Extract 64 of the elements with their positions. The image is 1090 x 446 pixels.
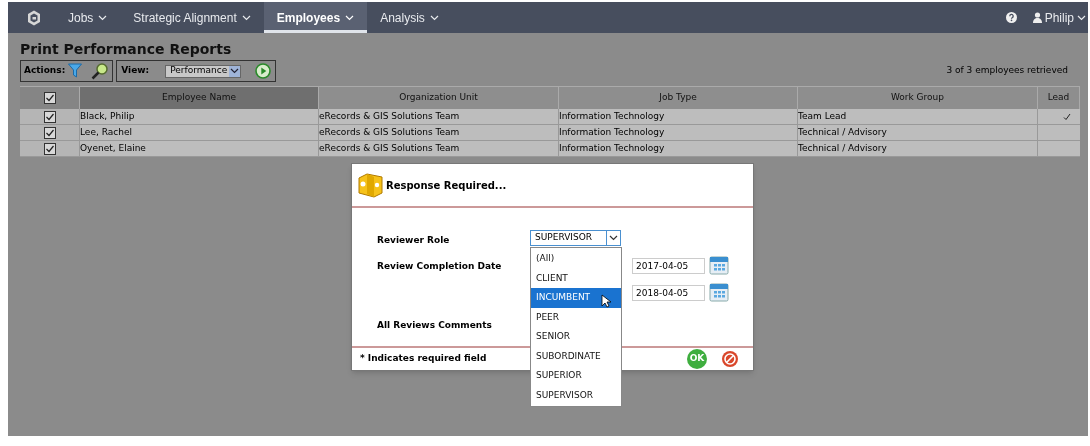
date-field[interactable]: 2017-04-05 (632, 258, 705, 274)
user-icon (1032, 12, 1042, 23)
role-option[interactable]: PEER (531, 307, 621, 327)
calendar-icon[interactable] (709, 283, 729, 303)
table-cell-text: eRecords & GIS Solutions Team (319, 125, 460, 139)
table-cell-text: Information Technology (559, 141, 665, 155)
actions-label: Actions: (24, 64, 66, 78)
checkbox[interactable] (43, 110, 56, 123)
role-option[interactable]: SUPERIOR (531, 366, 621, 386)
cancel-icon[interactable] (721, 350, 739, 368)
table-cell-text: Oyenet, Elaine (80, 141, 146, 155)
table-cell-text: eRecords & GIS Solutions Team (319, 141, 460, 155)
caret-icon (241, 14, 251, 21)
logo-icon[interactable] (27, 9, 41, 26)
comments-label: All Reviews Comments (377, 319, 492, 332)
checkbox[interactable] (43, 92, 56, 104)
checkmark-icon (1063, 112, 1071, 121)
nav-tab[interactable]: Jobs (55, 2, 121, 33)
table-row[interactable]: Lee, Rachel eRecords & GIS Solutions Team Information Technology Technical / Advisory (20, 125, 1080, 141)
table-cell-text: Lee, Rachel (80, 125, 132, 139)
role-option[interactable]: CLIENT (531, 268, 621, 288)
caret-icon (1077, 14, 1086, 21)
nav-tab[interactable]: Analysis (367, 2, 452, 33)
table-cell-text: eRecords & GIS Solutions Team (319, 109, 460, 123)
caret-icon (429, 14, 439, 21)
caret-icon (230, 68, 240, 74)
table-cell-text: Technical / Advisory (798, 141, 887, 155)
table-cell-text: Team Lead (798, 109, 847, 123)
page-title: Print Performance Reports (20, 40, 233, 58)
checkbox[interactable] (43, 126, 56, 139)
cursor-icon (601, 294, 611, 308)
table-cell-text: Technical / Advisory (798, 125, 887, 139)
role-option[interactable]: SENIOR (531, 327, 621, 347)
table-cell-text: Information Technology (559, 125, 665, 139)
role-option[interactable]: INCUMBENT (531, 288, 621, 308)
table-row[interactable]: Black, Philip eRecords & GIS Solutions Team Information Technology Team Lead (20, 109, 1080, 125)
help-icon[interactable] (1005, 12, 1017, 23)
column-header[interactable]: Employee Name (80, 87, 319, 109)
caret-icon (345, 14, 355, 21)
nav-tab[interactable]: Employees (263, 2, 368, 33)
view-select[interactable]: Performance (165, 64, 242, 78)
employee-count: 3 of 3 employees retrieved (946, 64, 1068, 78)
nav-tab[interactable]: Strategic Alignment (120, 2, 264, 33)
table-row[interactable]: Oyenet, Elaine eRecords & GIS Solutions Team Information Technology Technical / Advisory (20, 141, 1080, 157)
search-icon[interactable] (91, 62, 110, 80)
dialog-title: Response Required... (386, 178, 507, 193)
date-field[interactable]: 2018-04-05 (632, 285, 705, 301)
play-icon[interactable] (255, 63, 272, 79)
reviewer-role-select[interactable]: SUPERVISOR (530, 230, 621, 246)
user-menu[interactable]: Philip (1032, 8, 1088, 27)
role-option[interactable]: SUBORDINATE (531, 346, 621, 366)
caret-icon (609, 235, 618, 241)
calendar-icon[interactable] (709, 256, 729, 276)
role-option[interactable]: (All) (531, 249, 621, 269)
required-note: * Indicates required field (360, 352, 487, 366)
reviewer-role-label: Reviewer Role (377, 234, 450, 247)
role-option[interactable]: SUPERVISOR (531, 385, 621, 405)
checkbox[interactable] (43, 142, 56, 155)
table-cell-text: Information Technology (559, 109, 665, 123)
table-cell-text: Black, Philip (80, 109, 135, 123)
view-label: View: (121, 64, 150, 78)
question-box-icon (356, 171, 384, 199)
completion-date-label: Review Completion Date (377, 260, 502, 273)
caret-icon (98, 14, 108, 21)
